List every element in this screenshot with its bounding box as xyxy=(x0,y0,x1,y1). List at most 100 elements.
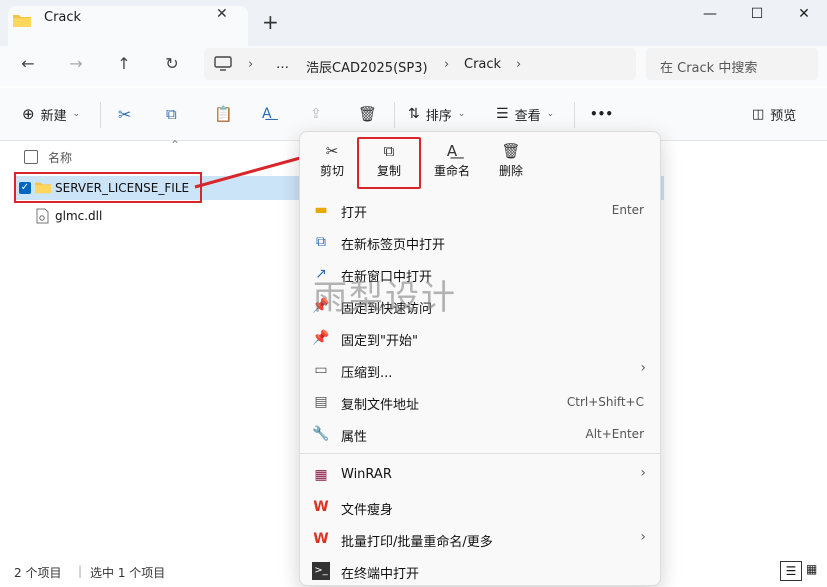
breadcrumb-separator-icon: › xyxy=(444,57,450,72)
shortcut-text: Alt+Enter xyxy=(585,427,644,441)
breadcrumb-separator-icon: › xyxy=(516,57,522,72)
select-all-checkbox[interactable] xyxy=(24,150,38,164)
toolbar-divider xyxy=(394,102,395,128)
toolbar-divider xyxy=(574,102,575,128)
menu-item-copy-path[interactable]: ▤ 复制文件地址 Ctrl+Shift+C xyxy=(300,386,660,418)
highlight-box xyxy=(14,172,202,203)
path-icon: ▤ xyxy=(314,394,328,410)
menu-item-label: 在新标签页中打开 xyxy=(341,238,446,253)
rename-icon: A͟ xyxy=(446,142,458,160)
delete-label: 删除 xyxy=(498,164,523,178)
shortcut-text: Enter xyxy=(611,203,644,217)
paste-icon[interactable]: 📋 xyxy=(214,102,233,126)
menu-item-open[interactable]: ▬ 打开 Enter xyxy=(300,194,660,226)
view-list-icon: ☰ xyxy=(496,106,509,122)
chevron-right-icon: › xyxy=(640,465,646,481)
breadcrumb-more[interactable]: … xyxy=(276,57,289,72)
winrar-icon: ▦ xyxy=(314,467,328,483)
up-button[interactable]: ↑ xyxy=(112,54,136,76)
terminal-icon: >_ xyxy=(312,562,330,580)
address-bar[interactable]: › … 浩辰CAD2025(SP3) › Crack › xyxy=(204,48,636,80)
wps-icon: W xyxy=(313,531,329,547)
menu-item-label: 文件瘦身 xyxy=(341,503,394,518)
toolbar-divider xyxy=(100,102,101,128)
menu-item-compress[interactable]: ▭ 压缩到... › xyxy=(300,354,660,386)
menu-item-label: 压缩到... xyxy=(341,366,393,381)
preview-pane-icon: ◫ xyxy=(752,106,765,122)
view-button[interactable]: ☰ 查看 ⌄ xyxy=(496,102,554,126)
cut-label: 剪切 xyxy=(319,164,344,178)
new-button-label: 新建 xyxy=(40,108,67,124)
menu-item-label: 在终端中打开 xyxy=(341,567,420,582)
folder-icon: ▬ xyxy=(314,202,328,218)
wps-icon: W xyxy=(313,499,329,515)
rename-icon[interactable]: A͟ xyxy=(262,102,272,126)
menu-item-label: 批量打印/批量重命名/更多 xyxy=(341,535,493,550)
search-placeholder: 在 Crack 中搜索 xyxy=(660,61,758,76)
preview-button[interactable]: ◫ 预览 xyxy=(752,102,796,126)
menu-item-open-new-tab[interactable]: ⧉ 在新标签页中打开 xyxy=(300,226,660,258)
details-view-icon[interactable]: ☰ xyxy=(780,561,802,581)
sort-button-label: 排序 xyxy=(425,108,452,124)
computer-icon xyxy=(214,56,232,71)
trash-icon: 🗑 xyxy=(501,142,521,160)
menu-item-properties[interactable]: 🔧 属性 Alt+Enter xyxy=(300,418,660,450)
tab-close-icon[interactable]: ✕ xyxy=(216,6,228,22)
menu-item-label: WinRAR xyxy=(341,467,392,482)
menu-item-file-slim[interactable]: W 文件瘦身 xyxy=(300,491,660,523)
view-button-label: 查看 xyxy=(514,108,541,124)
plus-circle-icon: ⊕ xyxy=(22,105,35,123)
close-button[interactable]: ✕ xyxy=(784,6,824,22)
refresh-button[interactable]: ↻ xyxy=(160,54,184,76)
preview-button-label: 预览 xyxy=(770,108,797,124)
more-options-button[interactable]: ••• xyxy=(590,102,613,126)
chevron-down-icon: ⌄ xyxy=(546,109,555,119)
scissors-icon: ✂ xyxy=(325,142,339,160)
back-button[interactable]: ← xyxy=(16,54,40,76)
wrench-icon: 🔧 xyxy=(312,426,330,442)
breadcrumb-separator-icon: › xyxy=(248,57,254,72)
sort-ascending-icon: ⌃ xyxy=(170,138,181,152)
delete-button[interactable]: 🗑 删除 xyxy=(484,140,538,186)
search-input[interactable]: 在 Crack 中搜索 xyxy=(646,48,818,80)
navigation-bar: ← → ↑ ↻ › … 浩辰CAD2025(SP3) › Crack › 在 C… xyxy=(0,46,827,86)
highlight-box xyxy=(357,137,421,189)
file-name[interactable]: glmc.dll xyxy=(55,209,102,223)
new-button[interactable]: ⊕ 新建 ⌄ xyxy=(22,102,80,126)
tiles-view-icon[interactable]: ▦ xyxy=(806,562,817,576)
new-tab-button[interactable]: + xyxy=(262,12,279,32)
menu-item-terminal[interactable]: >_ 在终端中打开 xyxy=(300,555,660,587)
watermark-text: 雨梨设计 xyxy=(313,278,457,318)
menu-item-label: 复制文件地址 xyxy=(341,398,420,413)
cut-button[interactable]: ✂ 剪切 xyxy=(305,140,359,186)
copy-icon[interactable]: ⧉ xyxy=(166,102,177,126)
menu-item-label: 固定到"开始" xyxy=(341,334,418,349)
zip-icon: ▭ xyxy=(314,362,328,378)
maximize-button[interactable]: ☐ xyxy=(737,6,777,22)
dll-file-icon xyxy=(36,208,49,224)
share-icon[interactable]: ⇪ xyxy=(310,102,322,126)
selection-count: 选中 1 个项目 xyxy=(90,566,166,580)
folder-icon xyxy=(13,15,31,27)
menu-item-winrar[interactable]: ▦ WinRAR › xyxy=(300,459,660,491)
menu-item-label: 属性 xyxy=(341,430,368,445)
delete-icon[interactable]: 🗑 xyxy=(358,102,377,126)
breadcrumb-item[interactable]: 浩辰CAD2025(SP3) xyxy=(306,57,428,76)
sort-icon: ⇅ xyxy=(408,106,420,122)
breadcrumb-item[interactable]: Crack xyxy=(464,57,501,72)
menu-item-pin-start[interactable]: 📌 固定到"开始" xyxy=(300,322,660,354)
chevron-right-icon: › xyxy=(640,529,646,545)
forward-button[interactable]: → xyxy=(64,54,88,76)
menu-item-batch[interactable]: W 批量打印/批量重命名/更多 › xyxy=(300,523,660,555)
chevron-down-icon: ⌄ xyxy=(457,109,466,119)
rename-button[interactable]: A͟ 重命名 xyxy=(425,140,479,186)
column-header-name[interactable]: 名称 xyxy=(48,149,72,166)
sort-button[interactable]: ⇅ 排序 ⌄ xyxy=(408,102,465,126)
menu-item-label: 打开 xyxy=(341,206,368,221)
item-count: 2 个项目 xyxy=(14,566,62,580)
cut-icon[interactable]: ✂ xyxy=(118,102,131,126)
rename-label: 重命名 xyxy=(433,164,470,178)
context-menu: ✂ 剪切 ⧉ 复制 A͟ 重命名 🗑 删除 ▬ 打开 Enter ⧉ 在新标签页… xyxy=(299,131,661,586)
minimize-button[interactable]: — xyxy=(690,6,730,22)
new-tab-icon: ⧉ xyxy=(316,234,326,250)
